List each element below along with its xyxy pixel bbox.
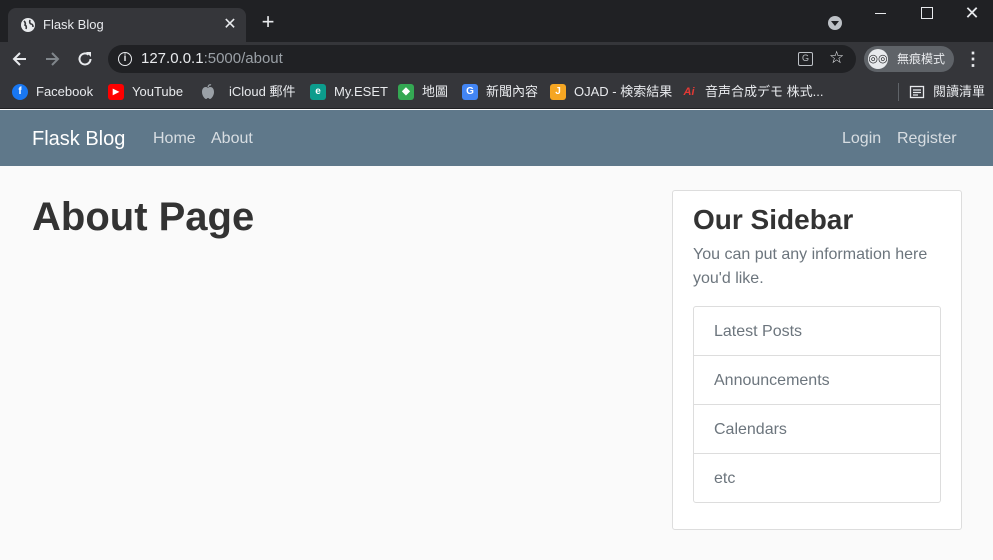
- nav-link-login[interactable]: Login: [842, 130, 881, 148]
- tab-search-icon[interactable]: [828, 16, 842, 30]
- bookmark-youtube[interactable]: ▶ YouTube: [108, 83, 186, 101]
- tab-title: Flask Blog: [43, 17, 104, 32]
- bookmark-eset[interactable]: e My.ESET: [310, 83, 388, 101]
- ojad-icon: J: [550, 84, 566, 100]
- reading-list-label: 閱讀清單: [933, 84, 986, 99]
- maximize-button[interactable]: [914, 4, 938, 22]
- site-brand[interactable]: Flask Blog: [32, 127, 125, 151]
- browser-tab[interactable]: Flask Blog ✕: [8, 8, 246, 42]
- sidebar-item-etc[interactable]: etc: [694, 454, 940, 503]
- bookmark-label: 新聞內容: [486, 84, 539, 99]
- tab-close-icon[interactable]: ✕: [222, 17, 238, 33]
- bookmark-label: My.ESET: [334, 84, 388, 99]
- window-close-button[interactable]: ✕: [960, 4, 984, 22]
- minimize-button[interactable]: [869, 4, 893, 22]
- bookmarks-divider: [898, 83, 899, 101]
- site-info-icon[interactable]: i: [118, 52, 132, 66]
- bookmark-ai-demo[interactable]: Ai 音声合成デモ 株式...: [681, 83, 824, 101]
- translate-icon[interactable]: G: [798, 52, 813, 66]
- new-tab-button[interactable]: +: [258, 11, 278, 33]
- sidebar-item-latest-posts[interactable]: Latest Posts: [694, 307, 940, 356]
- sidebar-item-calendars[interactable]: Calendars: [694, 405, 940, 454]
- apple-icon: [200, 84, 216, 100]
- browser-toolbar: i 127.0.0.1:5000/about G ☆ ◎◎ 無痕模式 ⋮: [0, 42, 993, 76]
- browser-titlebar: Flask Blog ✕ + ✕: [0, 0, 993, 42]
- url-path: :5000/about: [203, 50, 283, 67]
- reading-list-button[interactable]: 閱讀清單: [909, 83, 989, 101]
- site-navbar: Flask Blog Home About Login Register: [0, 110, 993, 166]
- bookmark-news[interactable]: G 新聞內容: [462, 83, 538, 101]
- bookmark-maps[interactable]: ◆ 地圖: [398, 83, 450, 101]
- maps-icon: ◆: [398, 84, 414, 100]
- reload-icon[interactable]: [75, 49, 95, 69]
- nav-link-about[interactable]: About: [211, 130, 253, 148]
- url-host: 127.0.0.1: [141, 50, 204, 67]
- incognito-label: 無痕模式: [897, 52, 946, 66]
- sidebar-title: Our Sidebar: [693, 204, 854, 235]
- sidebar-item-announcements[interactable]: Announcements: [694, 356, 940, 405]
- ai-icon: Ai: [683, 86, 695, 98]
- incognito-badge[interactable]: ◎◎ 無痕模式: [864, 46, 954, 72]
- nav-link-home[interactable]: Home: [153, 130, 196, 148]
- back-arrow-icon[interactable]: [10, 49, 30, 69]
- bookmark-label: iCloud 郵件: [229, 84, 296, 99]
- bookmark-label: OJAD - 検索結果: [574, 84, 673, 99]
- incognito-icon: ◎◎: [868, 49, 888, 69]
- facebook-icon: f: [12, 84, 28, 100]
- bookmark-ojad[interactable]: J OJAD - 検索結果: [550, 83, 672, 101]
- bookmark-label: 地圖: [422, 84, 449, 99]
- more-menu-icon[interactable]: ⋮: [964, 49, 982, 69]
- bookmark-label: 音声合成デモ 株式...: [705, 84, 824, 99]
- news-icon: G: [462, 84, 478, 100]
- address-bar[interactable]: i 127.0.0.1:5000/about G ☆: [108, 45, 856, 73]
- bookmark-facebook[interactable]: f Facebook: [12, 83, 96, 101]
- url-text[interactable]: 127.0.0.1:5000/about: [141, 51, 283, 67]
- bookmark-label: YouTube: [132, 84, 184, 99]
- bookmark-label: Facebook: [36, 84, 94, 99]
- eset-icon: e: [310, 84, 326, 100]
- bookmark-star-icon[interactable]: ☆: [829, 48, 844, 68]
- bookmark-icloud[interactable]: iCloud 郵件: [200, 83, 296, 101]
- sidebar: Our Sidebar You can put any information …: [672, 190, 962, 530]
- page-title: About Page: [32, 195, 255, 239]
- sidebar-text: You can put any information here you'd l…: [693, 246, 928, 287]
- globe-icon: [21, 18, 35, 32]
- bookmarks-bar: f Facebook ▶ YouTube iCloud 郵件 e My.ESET…: [0, 76, 993, 109]
- nav-link-register[interactable]: Register: [897, 130, 957, 148]
- youtube-icon: ▶: [108, 84, 124, 100]
- sidebar-list: Latest Posts Announcements Calendars etc: [693, 306, 941, 503]
- reading-list-icon: [909, 84, 925, 100]
- forward-arrow-icon[interactable]: [42, 49, 62, 69]
